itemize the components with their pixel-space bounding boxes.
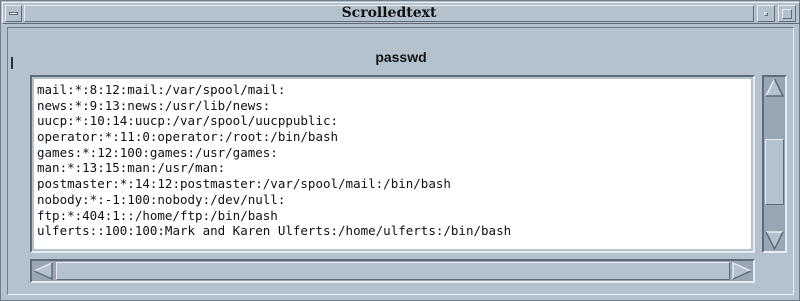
scrolledtext-window: Scrolledtext passwd mail:*:8:12:mail:/va… <box>0 0 800 301</box>
text-line: man:*:13:15:man:/usr/man: <box>37 160 226 176</box>
text-line: postmaster:*:14:12:postmaster:/var/spool… <box>37 176 451 192</box>
maximize-button[interactable] <box>778 5 796 22</box>
text-line: mail:*:8:12:mail:/var/spool/mail: <box>37 82 286 97</box>
text-line: operator:*:11:0:operator:/root:/bin/bash <box>37 129 339 145</box>
text-area[interactable]: mail:*:8:12:mail:/var/spool/mail: news:*:… <box>34 79 751 249</box>
arrow-down-icon[interactable] <box>764 230 785 251</box>
maximize-icon <box>782 9 792 19</box>
vertical-scroll-thumb[interactable] <box>765 138 784 205</box>
window-title[interactable]: Scrolledtext <box>24 5 754 22</box>
text-line: uucp:*:10:14:uucp:/var/spool/uucppublic: <box>37 113 339 129</box>
window-menu-icon <box>9 12 18 15</box>
text-line: ftp:*:404:1::/home/ftp:/bin/bash <box>37 207 278 223</box>
minimize-button[interactable] <box>757 5 775 22</box>
arrow-right-icon[interactable] <box>731 261 753 281</box>
minimize-icon <box>764 12 768 16</box>
text-pane: mail:*:8:12:mail:/var/spool/mail: news:*:… <box>30 75 755 253</box>
text-line: games:*:12:100:games:/usr/games: <box>37 144 278 160</box>
horizontal-scroll-thumb[interactable] <box>56 262 730 280</box>
window-menu-button[interactable] <box>5 5 22 22</box>
text-line: news:*:9:13:news:/usr/lib/news: <box>37 97 271 113</box>
text-line: ulferts::100:100:Mark and Karen Ulferts:… <box>37 223 512 239</box>
text-line: nobody:*:-1:100:nobody:/dev/null: <box>37 191 286 207</box>
arrow-left-icon[interactable] <box>32 261 54 281</box>
title-bar[interactable]: Scrolledtext <box>2 2 800 24</box>
arrow-up-icon[interactable] <box>764 77 785 98</box>
vertical-scrollbar[interactable] <box>762 75 787 253</box>
horizontal-scrollbar[interactable] <box>30 259 755 283</box>
file-heading: passwd <box>375 49 427 65</box>
